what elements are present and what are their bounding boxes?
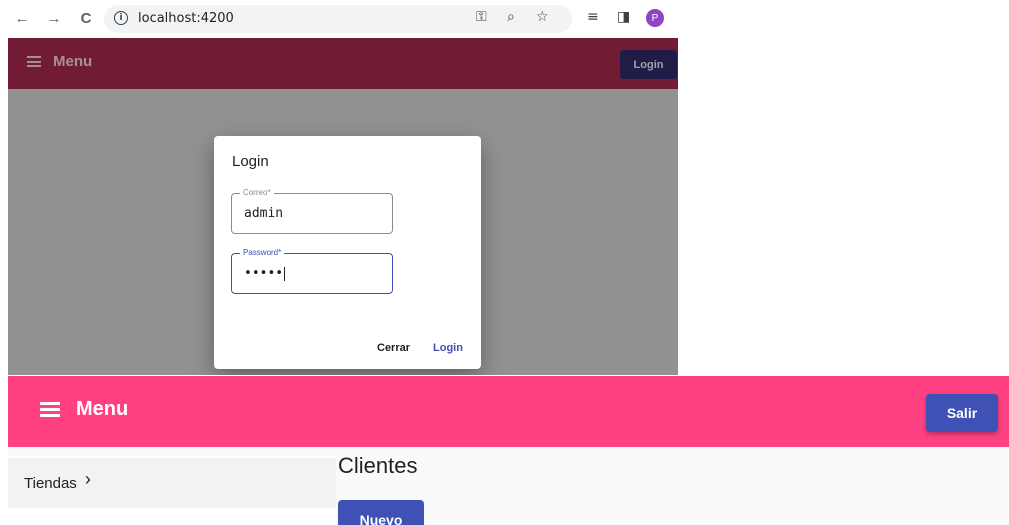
profile-avatar[interactable]: P xyxy=(646,9,664,27)
login-button[interactable]: Login xyxy=(433,342,463,354)
site-info-icon[interactable]: i xyxy=(114,11,128,25)
sidebar-item-tiendas[interactable]: Tiendas › xyxy=(8,458,336,508)
password-value-wrap[interactable]: ••••• xyxy=(244,266,286,281)
close-button[interactable]: Cerrar xyxy=(377,342,410,354)
reload-icon[interactable]: C xyxy=(76,8,96,28)
page-title: Clientes xyxy=(338,453,418,478)
address-url[interactable]: localhost:4200 xyxy=(138,11,234,26)
menu-toggle-main[interactable]: Menu xyxy=(40,398,128,421)
chevron-right-icon: › xyxy=(84,468,91,489)
app-toolbar-main: Menu Salir xyxy=(8,376,1009,447)
email-label: Correo* xyxy=(240,187,274,199)
sidebar-item-label: Tiendas xyxy=(24,474,77,492)
password-key-icon[interactable]: ⚿ xyxy=(476,9,487,25)
login-dialog: Login Correo* admin Password* ••••• Cerr… xyxy=(214,136,481,369)
password-label: Password* xyxy=(240,247,285,259)
browser-toolbar: ← → C i localhost:4200 ⚿ ⌕ ☆ ≡ ◨ P xyxy=(0,0,680,38)
address-bar[interactable]: i localhost:4200 ⚿ ⌕ ☆ xyxy=(104,5,572,33)
email-value[interactable]: admin xyxy=(244,206,283,221)
sidebar: Tiendas › › xyxy=(8,456,336,525)
menu-label-main: Menu xyxy=(76,398,129,420)
hamburger-icon xyxy=(40,402,60,417)
bookmark-star-icon[interactable]: ☆ xyxy=(536,9,549,25)
login-screen: Menu Login Login Correo* admin Password*… xyxy=(8,38,678,375)
media-queue-icon[interactable]: ≡ xyxy=(587,9,599,25)
logout-button[interactable]: Salir xyxy=(926,394,998,432)
text-caret xyxy=(284,266,286,281)
back-icon[interactable]: ← xyxy=(12,8,32,28)
forward-icon[interactable]: → xyxy=(44,8,64,28)
dialog-title: Login xyxy=(232,153,269,170)
zoom-icon[interactable]: ⌕ xyxy=(507,9,515,25)
email-field[interactable]: Correo* admin xyxy=(231,187,393,234)
chevron-right-icon: › xyxy=(106,518,112,525)
side-panel-icon[interactable]: ◨ xyxy=(617,9,630,25)
clients-screen: Menu Salir Tiendas › › Clientes Nuevo xyxy=(8,376,1009,525)
password-value[interactable]: ••••• xyxy=(244,266,283,281)
new-client-button[interactable]: Nuevo xyxy=(338,500,424,525)
password-field[interactable]: Password* ••••• xyxy=(231,247,393,294)
